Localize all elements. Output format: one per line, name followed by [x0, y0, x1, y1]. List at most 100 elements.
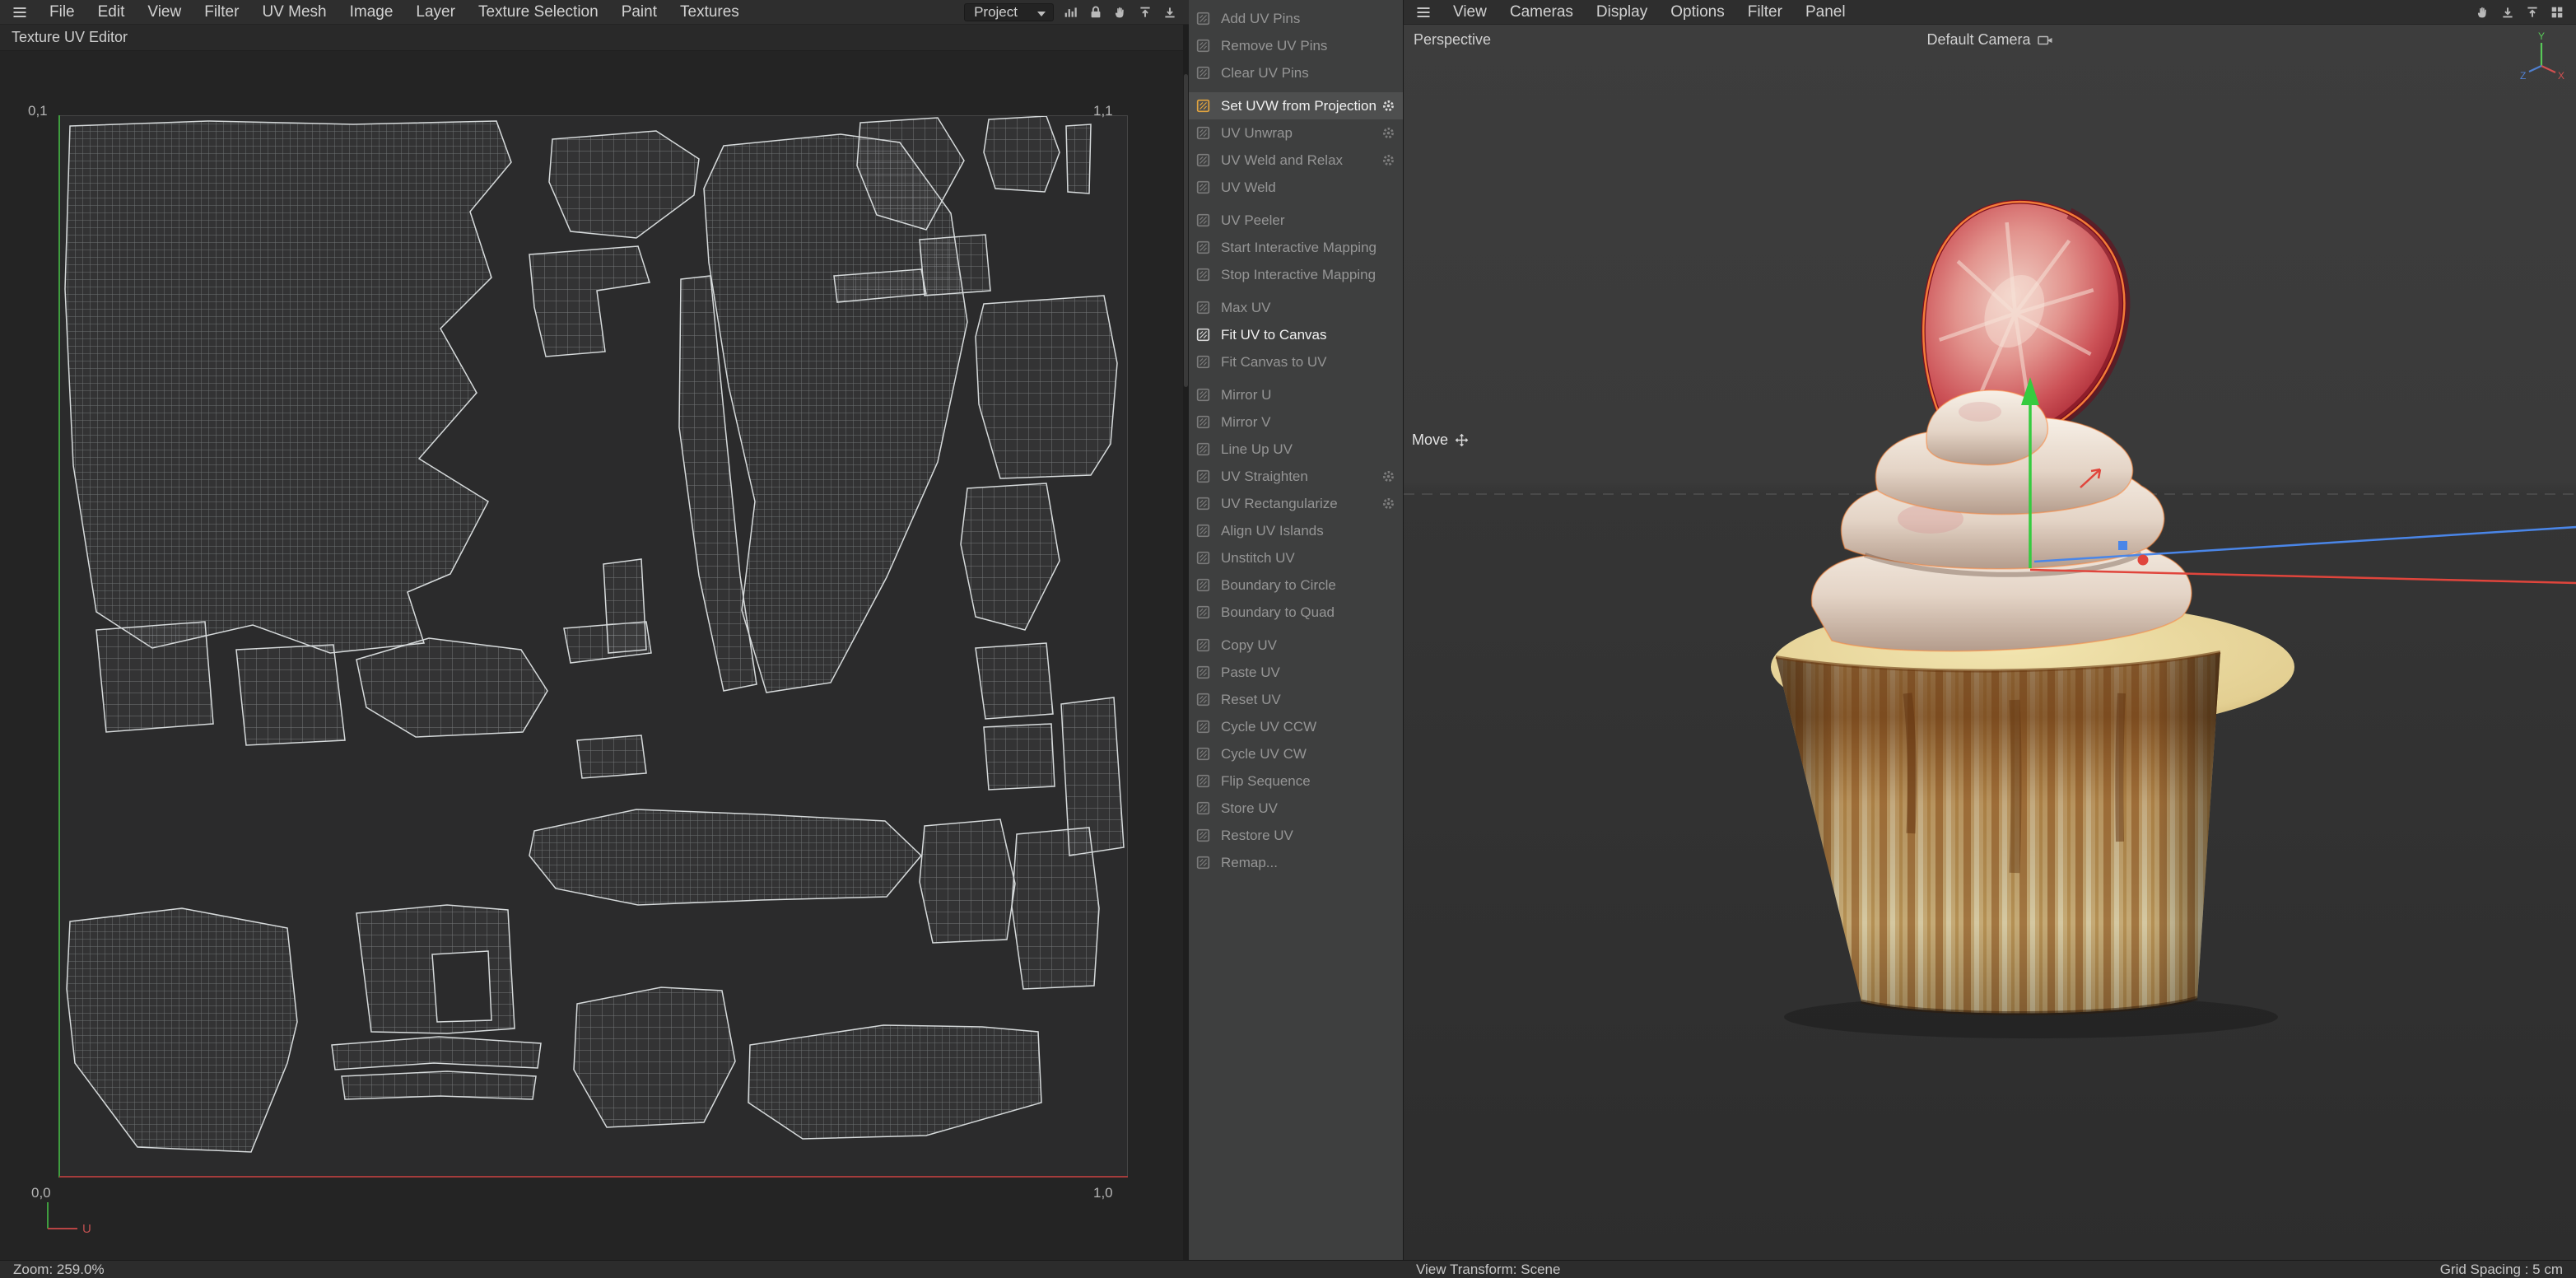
menu-item-panel[interactable]: Panel — [1794, 0, 1857, 24]
command-remap[interactable]: Remap... — [1189, 849, 1403, 876]
command-reset-uv[interactable]: Reset UV — [1189, 686, 1403, 713]
gear-icon[interactable] — [1379, 126, 1395, 140]
command-align-uv-islands[interactable]: Align UV Islands — [1189, 517, 1403, 544]
command-fit-canvas-to-uv[interactable]: Fit Canvas to UV — [1189, 348, 1403, 375]
lock-icon[interactable] — [1088, 5, 1103, 20]
command-uv-weld[interactable]: UV Weld — [1189, 174, 1403, 201]
command-uv-straighten[interactable]: UV Straighten — [1189, 463, 1403, 490]
viewport-3d-scene[interactable] — [1404, 25, 2576, 1260]
menu-item-options[interactable]: Options — [1659, 0, 1735, 24]
command-label: Flip Sequence — [1221, 773, 1395, 790]
command-label: Boundary to Quad — [1221, 604, 1395, 621]
boundary-to-quad-icon — [1196, 605, 1213, 619]
hand-icon[interactable] — [1113, 5, 1128, 20]
uv-space-square[interactable] — [59, 115, 1128, 1178]
gear-icon[interactable] — [1379, 469, 1395, 483]
command-boundary-to-circle[interactable]: Boundary to Circle — [1189, 571, 1403, 599]
command-restore-uv[interactable]: Restore UV — [1189, 822, 1403, 849]
menu-item-filter[interactable]: Filter — [193, 0, 250, 24]
menu-item-texture-selection[interactable]: Texture Selection — [467, 0, 610, 24]
command-line-up-uv[interactable]: Line Up UV — [1189, 436, 1403, 463]
cupcake-model[interactable] — [1771, 170, 2294, 1013]
mirror-u-icon — [1196, 388, 1213, 402]
gear-icon[interactable] — [1379, 497, 1395, 511]
menu-item-filter[interactable]: Filter — [1736, 0, 1794, 24]
menu-item-cameras[interactable]: Cameras — [1498, 0, 1585, 24]
menu-item-uv-mesh[interactable]: UV Mesh — [250, 0, 338, 24]
command-label: Remap... — [1221, 855, 1395, 871]
command-label: Fit Canvas to UV — [1221, 354, 1395, 371]
command-uv-weld-and-relax[interactable]: UV Weld and Relax — [1189, 147, 1403, 174]
command-paste-uv[interactable]: Paste UV — [1189, 659, 1403, 686]
viewport-statusbar: View Transform: Scene Grid Spacing : 5 c… — [1403, 1260, 2576, 1278]
svg-text:Z: Z — [2520, 70, 2526, 81]
menu-item-textures[interactable]: Textures — [668, 0, 751, 24]
command-uv-unwrap[interactable]: UV Unwrap — [1189, 119, 1403, 147]
command-label: UV Rectangularize — [1221, 496, 1379, 512]
command-start-interactive-mapping[interactable]: Start Interactive Mapping — [1189, 234, 1403, 261]
menu-item-display[interactable]: Display — [1585, 0, 1659, 24]
camera-icon[interactable] — [2038, 35, 2053, 46]
command-flip-sequence[interactable]: Flip Sequence — [1189, 767, 1403, 795]
command-label: Stop Interactive Mapping — [1221, 267, 1395, 283]
align-uv-islands-icon — [1196, 524, 1213, 538]
application-window: FileEditViewFilterUV MeshImageLayerTextu… — [0, 0, 2576, 1278]
command-cycle-uv-cw[interactable]: Cycle UV CW — [1189, 740, 1403, 767]
menu-item-view[interactable]: View — [136, 0, 193, 24]
menu-item-layer[interactable]: Layer — [404, 0, 467, 24]
command-group: Max UV Fit UV to Canvas Fit Canvas to UV — [1189, 294, 1403, 375]
command-clear-uv-pins[interactable]: Clear UV Pins — [1189, 59, 1403, 86]
hand-icon[interactable] — [2476, 5, 2490, 20]
mirror-v-icon — [1196, 415, 1213, 429]
command-uv-rectangularize[interactable]: UV Rectangularize — [1189, 490, 1403, 517]
fit-canvas-to-uv-icon — [1196, 355, 1213, 369]
command-label: Boundary to Circle — [1221, 577, 1395, 594]
gear-icon[interactable] — [1379, 153, 1395, 167]
command-store-uv[interactable]: Store UV — [1189, 795, 1403, 822]
raise-panel-icon[interactable] — [2525, 5, 2540, 20]
project-dropdown[interactable]: Project — [964, 3, 1054, 21]
cycle-uv-ccw-icon — [1196, 720, 1213, 734]
command-boundary-to-quad[interactable]: Boundary to Quad — [1189, 599, 1403, 626]
command-label: Fit UV to Canvas — [1221, 327, 1395, 343]
uv-editor-title: Texture UV Editor — [0, 25, 1183, 51]
menu-item-edit[interactable]: Edit — [86, 0, 137, 24]
command-copy-uv[interactable]: Copy UV — [1189, 632, 1403, 659]
uv-editor-menu-items: FileEditViewFilterUV MeshImageLayerTextu… — [38, 0, 751, 24]
menu-item-paint[interactable]: Paint — [610, 0, 668, 24]
chart-icon[interactable] — [1064, 5, 1078, 20]
uv-editor-canvas[interactable]: 0,1 1,1 0,0 1,0 U — [0, 51, 1183, 1260]
project-dropdown-value: Project — [974, 4, 1018, 21]
command-max-uv[interactable]: Max UV — [1189, 294, 1403, 321]
menu-item-file[interactable]: File — [38, 0, 86, 24]
viewport-3d[interactable]: Perspective Default Camera Move Y X Z — [1403, 25, 2576, 1260]
move-icon — [1455, 433, 1469, 447]
gear-icon[interactable] — [1379, 99, 1395, 113]
uv-unwrap-icon — [1196, 126, 1213, 140]
hamburger-icon[interactable] — [0, 6, 38, 19]
command-cycle-uv-ccw[interactable]: Cycle UV CCW — [1189, 713, 1403, 740]
command-remove-uv-pins[interactable]: Remove UV Pins — [1189, 32, 1403, 59]
menu-item-image[interactable]: Image — [338, 0, 405, 24]
raise-panel-icon[interactable] — [1138, 5, 1153, 20]
scrollbar-thumb[interactable] — [1184, 74, 1188, 387]
uv-islands[interactable] — [60, 116, 1129, 1178]
command-unstitch-uv[interactable]: Unstitch UV — [1189, 544, 1403, 571]
camera-label[interactable]: Default Camera — [1926, 31, 2030, 49]
command-mirror-v[interactable]: Mirror V — [1189, 408, 1403, 436]
fit-uv-to-canvas-icon — [1196, 328, 1213, 342]
lower-panel-icon[interactable] — [1162, 5, 1177, 20]
command-fit-uv-to-canvas[interactable]: Fit UV to Canvas — [1189, 321, 1403, 348]
restore-uv-icon — [1196, 828, 1213, 842]
command-set-uvw-from-projection[interactable]: Set UVW from Projection — [1189, 92, 1403, 119]
layout-grid-icon[interactable] — [2550, 5, 2564, 20]
hamburger-icon[interactable] — [1404, 6, 1442, 19]
uv-editor-scrollbar[interactable] — [1183, 25, 1189, 1260]
command-stop-interactive-mapping[interactable]: Stop Interactive Mapping — [1189, 261, 1403, 288]
command-add-uv-pins[interactable]: Add UV Pins — [1189, 5, 1403, 32]
command-mirror-u[interactable]: Mirror U — [1189, 381, 1403, 408]
axis-orientation-hud: Y X Z — [2518, 31, 2564, 81]
menu-item-view[interactable]: View — [1442, 0, 1498, 24]
command-uv-peeler[interactable]: UV Peeler — [1189, 207, 1403, 234]
lower-panel-icon[interactable] — [2500, 5, 2515, 20]
